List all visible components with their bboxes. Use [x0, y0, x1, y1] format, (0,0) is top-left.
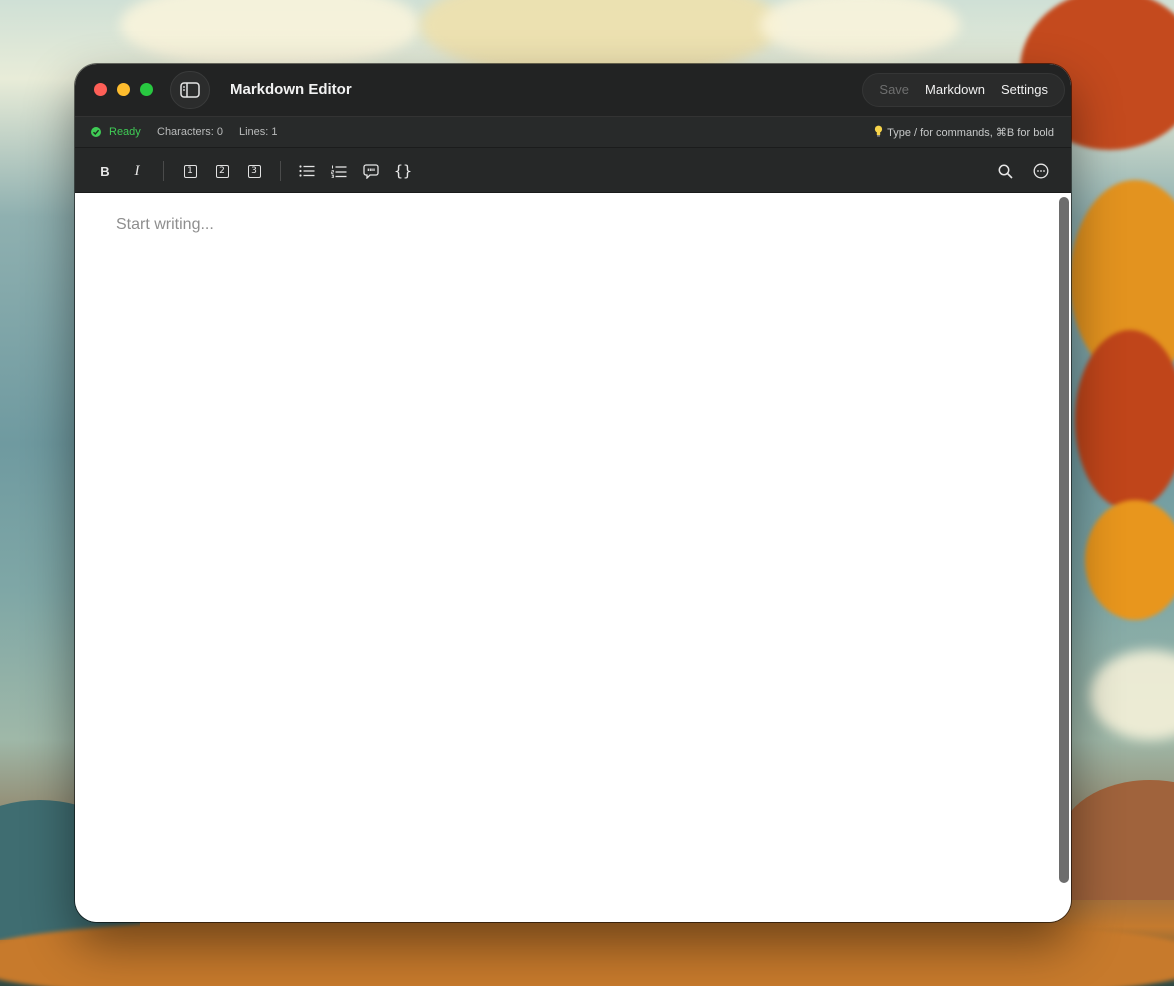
status-ready: Ready [91, 126, 141, 138]
save-button[interactable]: Save [871, 73, 917, 107]
command-hint: Type / for commands, ⌘B for bold [874, 125, 1054, 140]
numbered-list-icon [331, 165, 347, 178]
status-ready-label: Ready [109, 126, 141, 138]
lightbulb-icon [874, 125, 883, 140]
heading-3-icon: 3 [247, 164, 261, 178]
title-bar: Markdown Editor Save Markdown Settings [75, 64, 1071, 116]
wallpaper-cloud [760, 0, 960, 60]
heading-3-button[interactable]: 3 [241, 158, 267, 184]
editor-placeholder: Start writing... [116, 216, 214, 233]
wallpaper-tree [1075, 330, 1174, 510]
close-window-button[interactable] [94, 83, 107, 96]
format-toolbar: B I 1 2 3 {} [75, 148, 1071, 193]
search-button[interactable] [992, 158, 1018, 184]
more-options-button[interactable] [1028, 158, 1054, 184]
command-hint-text: Type / for commands, ⌘B for bold [887, 126, 1054, 139]
wallpaper-cloud [1090, 650, 1174, 740]
wallpaper-hill [1060, 780, 1174, 900]
editor-scrollbar[interactable] [1059, 197, 1069, 883]
more-icon [1033, 163, 1049, 179]
bold-button[interactable]: B [92, 158, 118, 184]
code-block-button[interactable]: {} [390, 158, 416, 184]
search-icon [998, 164, 1013, 179]
scrollbar-thumb[interactable] [1059, 197, 1069, 883]
settings-button[interactable]: Settings [993, 73, 1056, 107]
quote-icon [363, 163, 379, 179]
status-bar: Ready Characters: 0 Lines: 1 Type / for … [75, 116, 1071, 148]
toggle-sidebar-button[interactable] [170, 71, 210, 109]
minimize-window-button[interactable] [117, 83, 130, 96]
toolbar-divider [280, 161, 281, 181]
maximize-window-button[interactable] [140, 83, 153, 96]
heading-2-icon: 2 [215, 164, 229, 178]
sidebar-icon [180, 82, 200, 98]
toolbar-divider [163, 161, 164, 181]
wallpaper-cloud [120, 0, 420, 70]
italic-button[interactable]: I [124, 158, 150, 184]
quote-button[interactable] [358, 158, 384, 184]
bullet-list-icon [299, 165, 315, 177]
bullet-list-button[interactable] [294, 158, 320, 184]
heading-1-button[interactable]: 1 [177, 158, 203, 184]
editor-area[interactable]: Start writing... [75, 193, 1071, 922]
check-circle-icon [91, 127, 101, 137]
numbered-list-button[interactable] [326, 158, 352, 184]
wallpaper-foliage [0, 915, 1174, 986]
character-count: Characters: 0 [157, 126, 224, 138]
heading-1-icon: 1 [183, 164, 197, 178]
editor-window: Markdown Editor Save Markdown Settings R… [75, 64, 1071, 922]
header-actions: Save Markdown Settings [862, 73, 1065, 107]
wallpaper-tree [1085, 500, 1174, 620]
heading-2-button[interactable]: 2 [209, 158, 235, 184]
line-count: Lines: 1 [239, 126, 278, 138]
markdown-button[interactable]: Markdown [917, 73, 993, 107]
app-title: Markdown Editor [230, 81, 352, 98]
